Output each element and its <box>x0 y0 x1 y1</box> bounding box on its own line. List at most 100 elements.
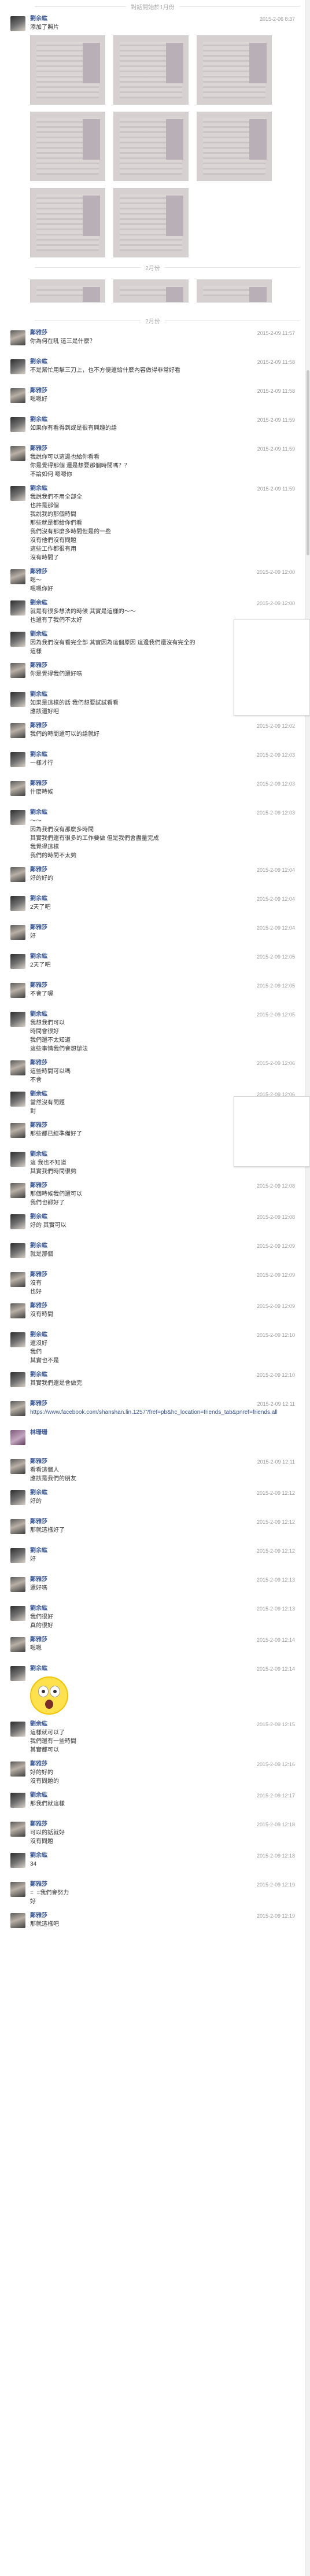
avatar[interactable] <box>10 896 25 911</box>
sticker-eye <box>50 1686 60 1697</box>
message-text: 我說我的那個時間 <box>30 511 76 518</box>
avatar[interactable] <box>10 632 25 647</box>
avatar[interactable] <box>10 692 25 707</box>
message: 鄭雅莎 2015-2-09 12:11 看看這個人 應該是我們的朋友 <box>0 1455 305 1487</box>
avatar[interactable] <box>10 1637 25 1652</box>
message-text: 我說你可以這邊也給你看看 <box>30 454 99 460</box>
message-text: 這些事情我們會想辦法 <box>30 1046 88 1052</box>
avatar[interactable] <box>10 1853 25 1868</box>
photo-thumbnail[interactable] <box>113 112 189 181</box>
avatar[interactable] <box>10 1882 25 1897</box>
photo-thumbnail[interactable] <box>113 35 189 105</box>
avatar[interactable] <box>10 1303 25 1318</box>
avatar[interactable] <box>10 925 25 940</box>
surprised-face-sticker[interactable] <box>30 1676 68 1715</box>
timestamp: 2015-2-09 12:15 <box>256 1722 295 1727</box>
message-text: 2天了吧 <box>30 904 51 911</box>
avatar[interactable] <box>10 810 25 825</box>
avatar[interactable] <box>10 752 25 767</box>
timestamp: 2015-2-09 12:12 <box>256 1519 295 1525</box>
message-text: 好的好的 <box>30 1770 53 1776</box>
avatar[interactable] <box>10 359 25 374</box>
message-text: 其實都可以 <box>30 1747 59 1753</box>
avatar[interactable] <box>10 1822 25 1837</box>
avatar[interactable] <box>10 600 25 616</box>
avatar[interactable] <box>10 1490 25 1505</box>
avatar[interactable] <box>10 1793 25 1808</box>
avatar[interactable] <box>10 330 25 345</box>
message: 鄭雅莎 2015-2-09 12:00 嗯～ 嗯嗯你好 <box>0 566 305 597</box>
message-text: 嗯嗯你好 <box>30 586 53 592</box>
message-text: 沒有時間了 <box>30 555 59 561</box>
photo-thumbnail[interactable] <box>197 112 272 181</box>
message: 鄭雅莎 2015-2-09 12:03 什麼時候 <box>0 777 305 806</box>
avatar[interactable] <box>10 867 25 882</box>
message-text: 這樣就可以了 <box>30 1730 65 1736</box>
avatar[interactable] <box>10 1123 25 1138</box>
avatar[interactable] <box>10 1152 25 1167</box>
avatar[interactable] <box>10 1519 25 1534</box>
message-link[interactable]: https://www.facebook.com/shanshan.lin.12… <box>30 1408 300 1417</box>
avatar[interactable] <box>10 1459 25 1474</box>
avatar[interactable] <box>10 569 25 584</box>
message-text: 嗯嗯 <box>30 1645 42 1652</box>
avatar[interactable] <box>10 1214 25 1229</box>
scrollbar-thumb[interactable] <box>307 370 309 555</box>
photo-thumbnail[interactable] <box>30 112 105 181</box>
avatar[interactable] <box>10 16 25 31</box>
avatar[interactable] <box>10 663 25 678</box>
avatar[interactable] <box>10 1060 25 1075</box>
timestamp: 2015-2-09 12:19 <box>256 1913 295 1919</box>
avatar[interactable] <box>10 1722 25 1737</box>
message-text: 就是有很多想法的時候 其實是這樣的～～ <box>30 609 136 615</box>
message-text: 我想我們可以 <box>30 1020 65 1026</box>
message-text: 我說我們不用全部全 <box>30 494 82 500</box>
photo-thumbnail[interactable] <box>113 279 189 303</box>
avatar[interactable] <box>10 1372 25 1387</box>
photo-thumbnail[interactable] <box>30 188 105 257</box>
avatar[interactable] <box>10 388 25 403</box>
message-text: 你是覺得那個 還是想要那個時間嗎？？ <box>30 463 130 469</box>
photo-thumbnail[interactable] <box>30 279 105 303</box>
avatar[interactable] <box>10 954 25 969</box>
message-text: ～～ <box>30 818 42 824</box>
avatar[interactable] <box>10 417 25 432</box>
message: 鄭雅莎 2015-2-09 12:12 那就這樣好了 <box>0 1516 305 1545</box>
avatar[interactable] <box>10 1332 25 1347</box>
scrollbar-track[interactable] <box>305 0 310 2576</box>
avatar[interactable] <box>10 781 25 796</box>
avatar[interactable] <box>10 983 25 998</box>
message-text: 嗯嗯好 <box>30 396 47 403</box>
avatar[interactable] <box>10 446 25 461</box>
sticker-eye <box>38 1686 49 1697</box>
avatar[interactable] <box>10 723 25 738</box>
message-text: 好 <box>30 1556 36 1562</box>
avatar[interactable] <box>10 1761 25 1777</box>
timestamp: 2015-2-09 11:59 <box>257 446 295 452</box>
photo-thumbnail[interactable] <box>113 188 189 257</box>
avatar[interactable] <box>10 1913 25 1928</box>
timestamp: 2015-2-09 11:57 <box>257 330 295 336</box>
message-text: 那我們就這樣 <box>30 1801 65 1807</box>
avatar[interactable] <box>10 1272 25 1287</box>
message-text: 也許是那個 <box>30 503 59 509</box>
avatar[interactable] <box>10 1606 25 1621</box>
avatar[interactable] <box>10 486 25 501</box>
avatar[interactable] <box>10 1092 25 1107</box>
avatar[interactable] <box>10 1183 25 1198</box>
photo-thumbnail[interactable] <box>197 35 272 105</box>
avatar[interactable] <box>10 1666 25 1681</box>
avatar[interactable] <box>10 1430 25 1445</box>
photo-thumbnail[interactable] <box>30 35 105 105</box>
avatar[interactable] <box>10 1548 25 1563</box>
message: 鄭雅莎 2015-2-09 12:11 https://www.facebook.c… <box>0 1398 305 1427</box>
message-text: 其實我們還是會做完 <box>30 1380 82 1387</box>
sender-name[interactable]: 林珊珊 <box>30 1429 300 1437</box>
photo-thumbnail[interactable] <box>197 279 272 303</box>
sticker-mouth <box>45 1700 53 1709</box>
avatar[interactable] <box>10 1401 25 1416</box>
avatar[interactable] <box>10 1012 25 1027</box>
avatar[interactable] <box>10 1577 25 1592</box>
avatar[interactable] <box>10 1243 25 1258</box>
message-text: 我們也都好了 <box>30 1200 65 1206</box>
